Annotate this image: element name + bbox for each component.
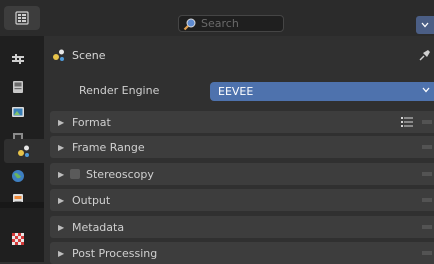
drag-handle-icon[interactable]	[422, 120, 432, 124]
tab-output[interactable]	[4, 100, 32, 124]
search-placeholder: Search	[201, 17, 239, 30]
section-label: Post Processing	[72, 246, 158, 260]
section-post-processing[interactable]: ▶ Post Processing	[50, 242, 434, 264]
tab-divider	[0, 202, 44, 208]
render-engine-row: Render Engine EEVEE	[44, 80, 434, 102]
section-format[interactable]: ▶ Format	[50, 111, 434, 133]
render-engine-dropdown[interactable]: EEVEE	[210, 82, 434, 101]
chevron-down-icon	[422, 87, 430, 93]
editor-type-button[interactable]	[4, 6, 40, 30]
top-bar: Search	[0, 0, 434, 36]
search-icon	[183, 18, 196, 30]
section-output[interactable]: ▶ Output	[50, 189, 434, 211]
texture-icon	[12, 233, 24, 245]
collapsed-arrow-icon: ▶	[58, 248, 65, 258]
drag-handle-icon[interactable]	[422, 145, 432, 149]
drag-handle-icon[interactable]	[422, 172, 432, 176]
context-header: Scene	[44, 42, 434, 68]
output-icon	[12, 107, 24, 117]
section-label: Stereoscopy	[86, 167, 154, 181]
section-label: Output	[72, 193, 111, 207]
drag-handle-icon[interactable]	[422, 251, 432, 255]
scene-icon	[18, 145, 29, 157]
section-label: Format	[72, 115, 111, 129]
tab-texture[interactable]	[4, 227, 32, 251]
section-stereoscopy[interactable]: ▶ Stereoscopy	[50, 163, 434, 185]
options-menu-button[interactable]	[416, 16, 434, 34]
drag-handle-icon[interactable]	[422, 225, 432, 229]
collapsed-arrow-icon: ▶	[58, 195, 65, 205]
tab-tool[interactable]	[4, 47, 32, 71]
search-field[interactable]: Search	[178, 15, 284, 32]
section-label: Frame Range	[72, 140, 145, 154]
context-title: Scene	[72, 48, 106, 62]
tab-scene[interactable]	[4, 139, 44, 163]
world-icon	[12, 170, 24, 182]
tool-icon	[12, 54, 24, 64]
properties-tabs	[0, 36, 44, 262]
collapsed-arrow-icon: ▶	[58, 142, 65, 152]
collapsed-arrow-icon: ▶	[58, 222, 65, 232]
render-icon	[13, 81, 23, 93]
section-frame-range[interactable]: ▶ Frame Range	[50, 136, 434, 158]
presets-list-icon[interactable]	[400, 115, 414, 129]
pin-icon[interactable]	[418, 48, 432, 62]
scene-icon	[53, 49, 64, 61]
stereoscopy-checkbox[interactable]	[70, 169, 80, 179]
properties-panel: Scene Render Engine EEVEE ▶ Format ▶ Fra…	[44, 36, 434, 264]
section-label: Metadata	[72, 220, 125, 234]
tab-render[interactable]	[4, 75, 32, 99]
drag-handle-icon[interactable]	[422, 198, 432, 202]
render-engine-value: EEVEE	[218, 85, 254, 98]
collapsed-arrow-icon: ▶	[58, 169, 65, 179]
chevron-down-icon	[421, 22, 429, 28]
render-engine-label: Render Engine	[79, 84, 160, 97]
tab-collection[interactable]	[4, 188, 32, 212]
tab-world[interactable]	[4, 164, 32, 188]
section-metadata[interactable]: ▶ Metadata	[50, 216, 434, 238]
collapsed-arrow-icon: ▶	[58, 117, 65, 127]
properties-editor-icon	[15, 11, 29, 25]
